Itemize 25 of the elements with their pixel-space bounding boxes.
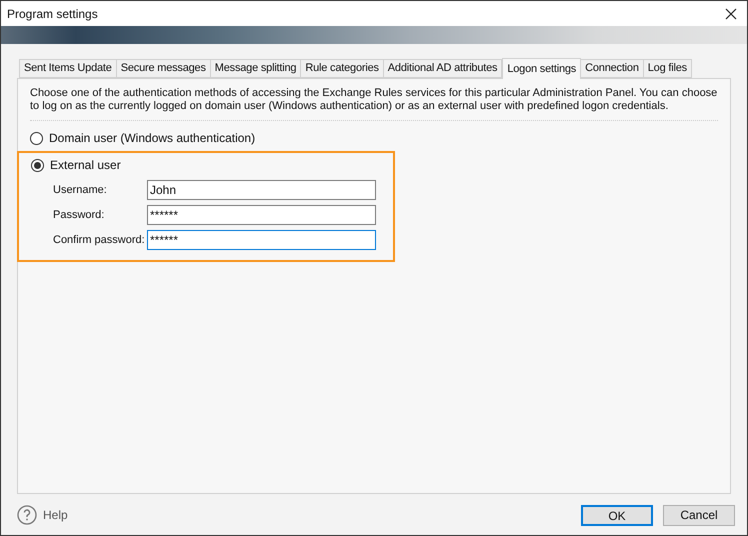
tab[interactable]: Sent Items Update [19,59,117,78]
tab[interactable]: Connection [580,59,644,78]
radio-button[interactable] [31,158,44,172]
radio-button[interactable] [30,132,43,144]
description-text: Choose one of the authentication methods of accessing the Exchange Rules services for this particular Administration Panel. You can choose to log on as the currently logged on domain user (Windows authentication) or as an external user with predefined logon credentials. [30,87,718,121]
window-title: Program settings [7,6,98,22]
field-label: Username: [53,182,108,198]
tab[interactable]: Logon settings [502,58,582,79]
tab[interactable]: Log files [642,59,692,78]
help-icon[interactable] [17,505,37,525]
dialog-button[interactable]: Cancel [663,504,735,526]
field-label: Confirm password: [53,232,146,248]
radio-label: External user [50,157,121,174]
text-field[interactable]: ****** [147,230,376,250]
text-field[interactable]: John [147,180,376,200]
tab[interactable]: Additional AD attributes [382,59,502,78]
help-link[interactable]: Help [43,506,68,524]
radio-label: Domain user (Windows authentication) [49,130,256,147]
tab[interactable]: Rule categories [300,59,384,78]
text-field[interactable]: ****** [147,205,376,225]
field-label: Password: [53,208,106,223]
tab[interactable]: Secure messages [116,59,211,78]
close-icon[interactable] [725,8,737,20]
tab[interactable]: Message splitting [210,59,302,78]
dialog-button[interactable]: OK [581,504,653,526]
